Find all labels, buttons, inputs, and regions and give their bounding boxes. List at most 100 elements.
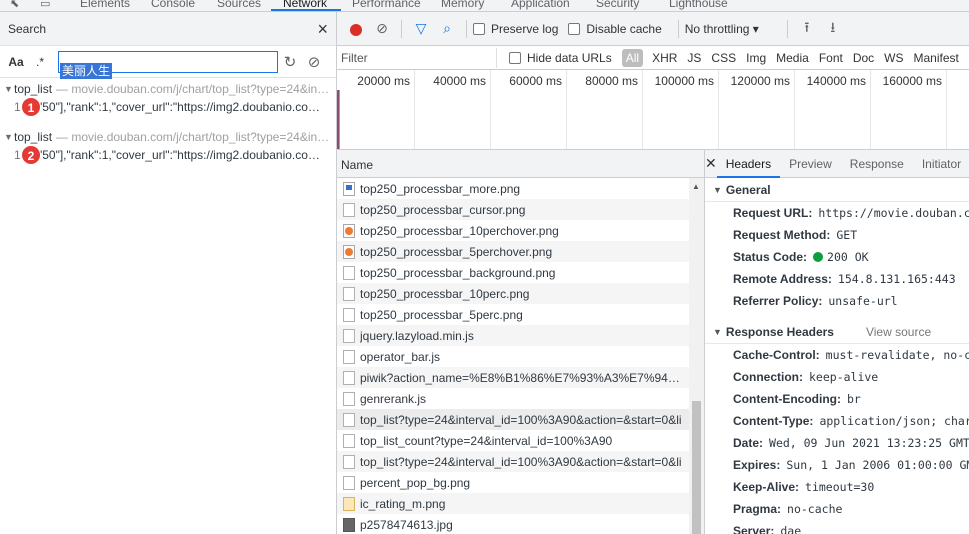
export-har-icon[interactable]: ⭳	[820, 17, 846, 41]
throttling-select[interactable]: No throttling ▾	[685, 22, 759, 36]
request-row[interactable]: top250_processbar_cursor.png	[337, 199, 689, 220]
timeline-tick-label: 40000 ms	[433, 74, 486, 88]
inspect-element-icon[interactable]: ⬉	[10, 0, 22, 10]
request-row[interactable]: jquery.lazyload.min.js	[337, 325, 689, 346]
match-case-button[interactable]: Aa	[4, 55, 28, 69]
view-source-link[interactable]: View source	[866, 325, 931, 339]
header-value: Wed, 09 Jun 2021 13:23:25 GMT	[769, 436, 969, 450]
request-row[interactable]: top250_processbar_10perc.png	[337, 283, 689, 304]
divider	[401, 19, 402, 38]
request-row[interactable]: top250_processbar_10perchover.png	[337, 220, 689, 241]
search-result: ▼ top_list — movie.douban.com/j/chart/top_…	[0, 128, 336, 176]
close-icon[interactable]: ✕	[705, 155, 717, 172]
header-row: Pragma: no-cache	[705, 498, 969, 520]
header-row: Remote Address: 154.8.131.165:443	[705, 268, 969, 290]
filter-type-doc[interactable]: Doc	[848, 51, 879, 65]
timeline-gridline	[642, 70, 643, 149]
search-result-header[interactable]: ▼ top_list — movie.douban.com/j/chart/top_…	[0, 128, 336, 146]
throttling-value: No throttling	[684, 21, 750, 36]
timeline-tick-label: 80000 ms	[585, 74, 638, 88]
line-number: 1	[14, 148, 21, 162]
search-icon[interactable]: ⌕	[434, 20, 460, 37]
close-icon[interactable]: ×	[317, 20, 328, 38]
general-section-header[interactable]: ▼ General	[705, 178, 969, 202]
clear-icon[interactable]: ⊘	[302, 53, 326, 71]
request-row[interactable]: top_list_count?type=24&interval_id=100%3…	[337, 430, 689, 451]
search-result-header[interactable]: ▼ top_list — movie.douban.com/j/chart/top_…	[0, 80, 336, 98]
tab-lighthouse[interactable]: Lighthouse	[669, 0, 728, 10]
scrollbar-thumb[interactable]	[692, 401, 701, 534]
request-row[interactable]: top250_processbar_5perc.png	[337, 304, 689, 325]
scrollbar[interactable]: ▲	[689, 178, 704, 534]
request-row[interactable]: operator_bar.js	[337, 346, 689, 367]
request-row[interactable]: top250_processbar_5perchover.png	[337, 241, 689, 262]
filter-type-media[interactable]: Media	[771, 51, 814, 65]
request-name: ic_rating_m.png	[360, 496, 446, 511]
filter-type-js[interactable]: JS	[682, 51, 706, 65]
hide-data-urls-checkbox[interactable]: Hide data URLs	[509, 51, 612, 65]
tab-memory[interactable]: Memory	[441, 0, 484, 10]
expand-triangle-icon[interactable]: ▼	[4, 84, 14, 94]
match-snippet: 6","50"],"rank":1,"cover_url":"https://i…	[23, 100, 320, 114]
expand-triangle-icon[interactable]: ▼	[4, 132, 14, 142]
tab-initiator[interactable]: Initiator	[913, 150, 969, 178]
filter-type-all[interactable]: All	[621, 48, 644, 67]
request-row[interactable]: p2578474613.jpg	[337, 514, 689, 534]
import-har-icon[interactable]: ⭱	[794, 17, 820, 41]
response-headers-section-header[interactable]: ▼ Response Headers View source	[705, 320, 969, 344]
clear-button[interactable]: ⊘	[369, 20, 395, 37]
header-row: Keep-Alive: timeout=30	[705, 476, 969, 498]
tab-console[interactable]: Console	[151, 0, 195, 10]
preserve-log-checkbox[interactable]: Preserve log	[473, 22, 558, 36]
header-row: Request URL: https://movie.douban.com	[705, 202, 969, 224]
tab-sources[interactable]: Sources	[217, 0, 261, 10]
tab-performance[interactable]: Performance	[352, 0, 421, 10]
header-row: Connection: keep-alive	[705, 366, 969, 388]
file-icon	[343, 328, 355, 343]
request-row[interactable]: top250_processbar_background.png	[337, 262, 689, 283]
filter-type-xhr[interactable]: XHR	[647, 51, 682, 65]
filter-type-img[interactable]: Img	[741, 51, 771, 65]
search-match-line[interactable]: 1 6","50"],"rank":1,"cover_url":"https://…	[0, 98, 336, 116]
timeline-tick-label: 20000 ms	[357, 74, 410, 88]
header-row: Request Method: GET	[705, 224, 969, 246]
record-button[interactable]	[343, 21, 369, 37]
tab-headers[interactable]: Headers	[716, 150, 781, 178]
disable-cache-checkbox[interactable]: Disable cache	[568, 22, 662, 36]
filter-icon[interactable]: ▽	[408, 20, 434, 37]
header-name: Remote Address:	[733, 272, 832, 286]
tab-security[interactable]: Security	[596, 0, 639, 10]
filter-input[interactable]	[341, 47, 497, 68]
divider	[786, 19, 788, 38]
regex-button[interactable]: .*	[28, 55, 52, 69]
filter-type-css[interactable]: CSS	[706, 51, 741, 65]
filter-type-ws[interactable]: WS	[879, 51, 908, 65]
request-row[interactable]: genrerank.js	[337, 388, 689, 409]
tab-preview[interactable]: Preview	[780, 150, 841, 178]
filter-type-font[interactable]: Font	[814, 51, 848, 65]
request-row[interactable]: top_list?type=24&interval_id=100%3A90&ac…	[337, 409, 689, 430]
refresh-icon[interactable]: ↻	[278, 53, 302, 71]
device-toolbar-icon[interactable]: ▭	[40, 0, 52, 10]
tab-application[interactable]: Application	[511, 0, 570, 10]
filter-type-ot[interactable]: Ot	[964, 51, 969, 65]
request-row[interactable]: piwik?action_name=%E8%B1%86%E7%93%A3%E7%…	[337, 367, 689, 388]
tab-elements[interactable]: Elements	[80, 0, 130, 10]
request-name: top250_processbar_cursor.png	[360, 202, 526, 217]
panel-tab-bar: ⬉ ▭ Elements Console Sources Network Per…	[0, 0, 969, 12]
tab-response[interactable]: Response	[841, 150, 913, 178]
name-column-header[interactable]: Name	[337, 150, 704, 178]
network-overview-timeline[interactable]: 20000 ms 40000 ms 60000 ms 80000 ms 100000 m…	[337, 70, 969, 150]
search-match-line[interactable]: 1 6","50"],"rank":1,"cover_url":"https://…	[0, 146, 336, 164]
request-row[interactable]: top250_processbar_more.png	[337, 178, 689, 199]
divider	[466, 19, 467, 38]
request-row[interactable]: ic_rating_m.png	[337, 493, 689, 514]
scroll-up-icon[interactable]: ▲	[692, 182, 700, 191]
collapse-icon: ▼	[713, 326, 722, 337]
timeline-tick-label: 60000 ms	[509, 74, 562, 88]
request-name: top250_processbar_5perchover.png	[360, 244, 553, 259]
request-row[interactable]: top_list?type=24&interval_id=100%3A90&ac…	[337, 451, 689, 472]
filter-type-manifest[interactable]: Manifest	[909, 51, 964, 65]
record-icon	[350, 23, 362, 36]
request-row[interactable]: percent_pop_bg.png	[337, 472, 689, 493]
